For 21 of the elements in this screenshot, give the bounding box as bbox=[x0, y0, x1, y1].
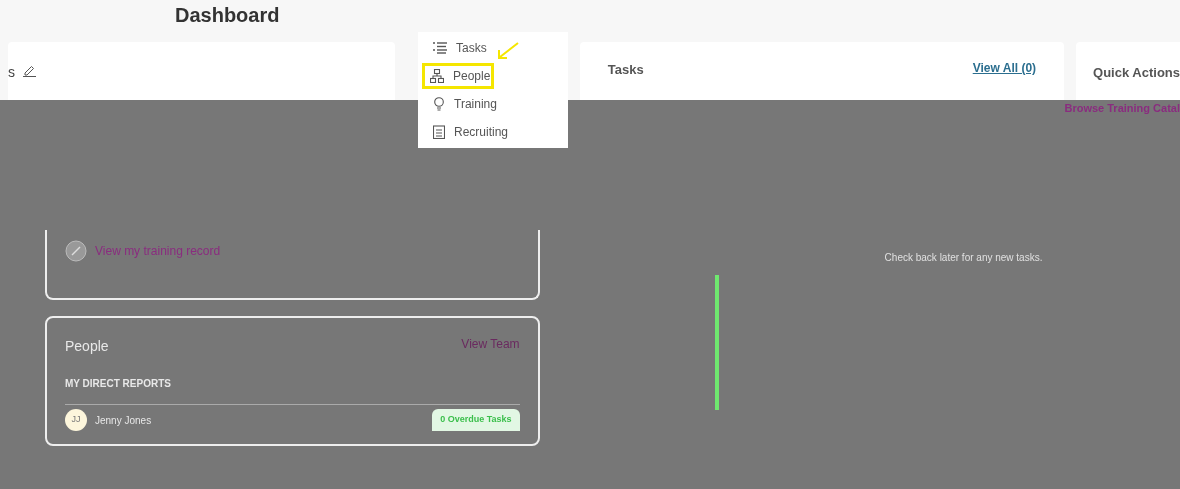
card-title: Quick Actions bbox=[1093, 65, 1180, 80]
avatar: JJ bbox=[65, 409, 87, 431]
arrow-icon bbox=[497, 42, 519, 60]
menu-item[interactable]: Tasks bbox=[422, 35, 564, 61]
menu-item[interactable]: Recruiting bbox=[422, 119, 564, 145]
report-name[interactable]: Jenny Jones bbox=[95, 412, 152, 428]
page-title: Dashboard bbox=[175, 3, 280, 28]
card-title: People bbox=[65, 337, 109, 356]
card-title: s bbox=[8, 63, 15, 82]
org-chart-icon bbox=[430, 69, 444, 83]
list-icon bbox=[433, 42, 447, 54]
pencil-icon[interactable] bbox=[23, 64, 36, 77]
menu-item[interactable]: People bbox=[422, 63, 494, 89]
lightbulb-icon bbox=[433, 97, 445, 111]
empty-tasks-message: Check back later for any new tasks. bbox=[884, 252, 1043, 263]
clipboard-icon bbox=[433, 125, 445, 139]
section-heading: MY DIRECT REPORTS bbox=[65, 378, 171, 389]
card-title: Tasks bbox=[607, 61, 644, 79]
view-all-link[interactable]: View All (0) bbox=[972, 60, 1037, 76]
menu-item[interactable]: Training bbox=[422, 91, 564, 117]
overdue-tasks-badge: 0 Overdue Tasks bbox=[432, 409, 520, 431]
